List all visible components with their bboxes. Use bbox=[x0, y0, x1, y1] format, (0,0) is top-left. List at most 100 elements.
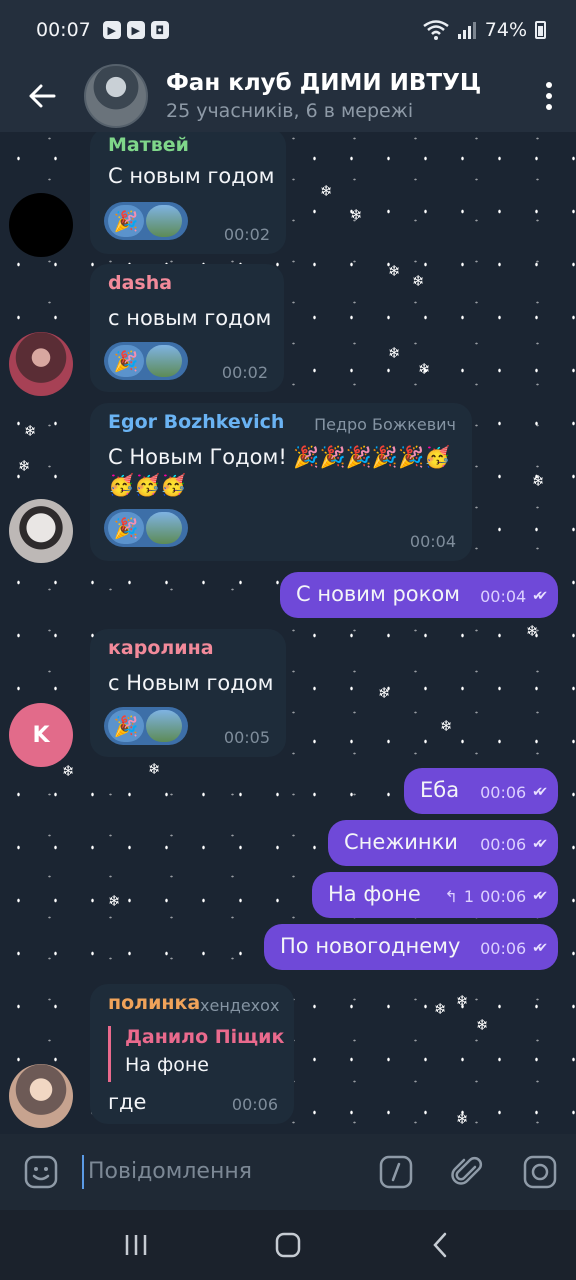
system-nav-bar bbox=[0, 1210, 576, 1280]
reactions[interactable]: 🎉 bbox=[104, 202, 188, 240]
sender-name[interactable]: Egor Bozhkevich bbox=[108, 411, 284, 433]
reactor-avatar bbox=[146, 345, 182, 377]
sender-name[interactable]: полинка bbox=[108, 992, 200, 1014]
snowflake-icon: ❄ bbox=[378, 684, 391, 702]
home-button[interactable] bbox=[258, 1225, 318, 1265]
outgoing-message[interactable]: С новим роком 00:04 ✔✔ bbox=[280, 572, 558, 618]
message-text-line: С Новым Годом! 🎉🎉🎉🎉🎉🥳 bbox=[108, 445, 451, 469]
notification-icons: ▶ ▶ ◘ bbox=[102, 21, 169, 39]
reactions[interactable]: 🎉 bbox=[104, 707, 188, 745]
party-popper-icon: 🎉 bbox=[108, 205, 144, 237]
sender-name[interactable]: Матвей bbox=[108, 134, 189, 156]
composer-bar: Повідомлення bbox=[0, 1134, 576, 1210]
sender-avatar[interactable] bbox=[9, 1064, 73, 1128]
read-checkmarks-icon: ✔✔ bbox=[532, 941, 548, 956]
message-bubble[interactable]: dasha с новым годом 🎉 00:02 bbox=[90, 264, 284, 392]
more-menu-button[interactable] bbox=[522, 82, 576, 110]
message-text: Снежинки bbox=[344, 830, 458, 854]
message-text: С новым годом bbox=[108, 164, 275, 188]
emoji-icon bbox=[24, 1155, 58, 1189]
sender-avatar[interactable] bbox=[9, 499, 73, 563]
snowflake-icon: ❄ bbox=[62, 762, 75, 780]
snowflake-icon: ❄ bbox=[434, 1000, 447, 1018]
message-input[interactable]: Повідомлення bbox=[82, 1155, 360, 1189]
snowflake-icon: ❄ bbox=[456, 1110, 469, 1128]
snowflake-icon: ❄ bbox=[456, 992, 469, 1010]
avatar-letter: K bbox=[32, 722, 50, 748]
commands-button[interactable] bbox=[360, 1155, 432, 1189]
reactions[interactable]: 🎉 bbox=[104, 509, 188, 547]
sender-name[interactable]: dasha bbox=[108, 272, 172, 294]
message-text: На фоне bbox=[328, 882, 421, 906]
reactions[interactable]: 🎉 bbox=[104, 342, 188, 380]
more-vert-icon bbox=[546, 82, 552, 88]
snowflake-icon: ❄ bbox=[532, 472, 545, 490]
chat-subtitle: 25 учасників, 6 в мережі bbox=[166, 100, 414, 122]
reply-arrow-icon[interactable]: ↰ bbox=[445, 887, 458, 906]
chat-title-area[interactable]: Фан клуб ДИМИ ИВТУЦ 25 учасників, 6 в ме… bbox=[166, 70, 522, 122]
attach-button[interactable] bbox=[432, 1155, 504, 1189]
message-bubble[interactable]: Матвей С новым годом 🎉 00:02 bbox=[90, 132, 286, 254]
message-bubble[interactable]: Egor Bozhkevich Педро Божкевич С Новым Г… bbox=[90, 403, 472, 561]
snowflake-icon: ❄ bbox=[24, 422, 37, 440]
snowflake-icon: ❄ bbox=[388, 344, 401, 362]
notification-icon: ▶ bbox=[126, 21, 145, 39]
snowflake-icon: ❄ bbox=[108, 892, 121, 910]
chat-header: Фан клуб ДИМИ ИВТУЦ 25 учасників, 6 в ме… bbox=[0, 60, 576, 132]
message-list[interactable]: ❄ ❄ ❄ ❄ ❄ ❄ ❄ ❄ ❄ ❄ ❄ ❄ ❄ ❄ ❄ ❄ ❄ ❄ ❄ Ма… bbox=[0, 132, 576, 1134]
chat-title: Фан клуб ДИМИ ИВТУЦ bbox=[166, 70, 482, 96]
message-time: 00:04 bbox=[480, 587, 527, 606]
home-icon bbox=[275, 1232, 301, 1258]
notification-icon: ▶ bbox=[102, 21, 121, 39]
status-bar: 00:07 ▶ ▶ ◘ 74% bbox=[0, 0, 576, 60]
read-checkmarks-icon: ✔✔ bbox=[532, 785, 548, 800]
outgoing-message[interactable]: Еба 00:06 ✔✔ bbox=[404, 768, 558, 814]
status-time: 00:07 bbox=[36, 19, 91, 41]
reactor-avatar bbox=[146, 710, 182, 742]
camera-button[interactable] bbox=[504, 1155, 576, 1189]
message-time: 00:06 bbox=[231, 1095, 278, 1114]
outgoing-message[interactable]: По новогоднему 00:06 ✔✔ bbox=[264, 924, 558, 970]
reactor-avatar bbox=[146, 205, 182, 237]
reply-quote[interactable]: Данило Піщик На фоне bbox=[108, 1026, 284, 1082]
reactor-avatar bbox=[146, 512, 182, 544]
snowflake-icon: ❄ bbox=[18, 457, 31, 475]
reply-count[interactable]: 1 bbox=[464, 887, 474, 906]
snowflake-icon: ❄ bbox=[476, 1016, 489, 1034]
sender-avatar[interactable] bbox=[9, 193, 73, 257]
sender-avatar[interactable]: K bbox=[9, 703, 73, 767]
recent-apps-button[interactable] bbox=[106, 1225, 166, 1265]
arrow-left-icon bbox=[29, 84, 56, 108]
message-bubble[interactable]: каролина с Новым годом 🎉 00:05 bbox=[90, 629, 286, 757]
snowflake-icon: ❄ bbox=[418, 360, 431, 378]
snowflake-icon: ❄ bbox=[320, 182, 333, 200]
message-text: По новогоднему bbox=[280, 934, 461, 958]
party-popper-icon: 🎉 bbox=[108, 345, 144, 377]
emoji-button[interactable] bbox=[0, 1155, 82, 1189]
message-time: 00:04 bbox=[409, 532, 456, 551]
outgoing-message[interactable]: На фоне ↰ 1 00:06 ✔✔ bbox=[312, 872, 558, 918]
reply-text: На фоне bbox=[125, 1054, 209, 1076]
system-back-button[interactable] bbox=[410, 1225, 470, 1265]
back-button[interactable] bbox=[0, 60, 84, 132]
outgoing-message[interactable]: Снежинки 00:06 ✔✔ bbox=[328, 820, 558, 866]
paperclip-icon bbox=[451, 1156, 483, 1185]
message-text: Еба bbox=[420, 778, 460, 802]
snowflake-icon: ❄ bbox=[526, 622, 539, 640]
sender-avatar[interactable] bbox=[9, 332, 73, 396]
read-checkmarks-icon: ✔✔ bbox=[532, 837, 548, 852]
party-popper-icon: 🎉 bbox=[108, 710, 144, 742]
snowflake-icon: ❄ bbox=[350, 206, 363, 224]
slash-command-icon bbox=[379, 1155, 413, 1189]
signal-icon bbox=[457, 22, 476, 39]
snowflake-icon: ❄ bbox=[412, 272, 425, 290]
message-bubble[interactable]: полинка хендехох Данило Піщик На фоне гд… bbox=[90, 984, 294, 1124]
group-avatar[interactable] bbox=[84, 64, 148, 128]
message-text: с Новым годом bbox=[108, 671, 274, 695]
snowflake-icon: ❄ bbox=[148, 760, 161, 778]
chevron-left-icon bbox=[433, 1232, 447, 1258]
sender-name[interactable]: каролина bbox=[108, 637, 214, 659]
camera-icon bbox=[523, 1155, 557, 1189]
recent-apps-icon bbox=[125, 1235, 147, 1255]
sender-role: хендехох bbox=[200, 996, 280, 1015]
